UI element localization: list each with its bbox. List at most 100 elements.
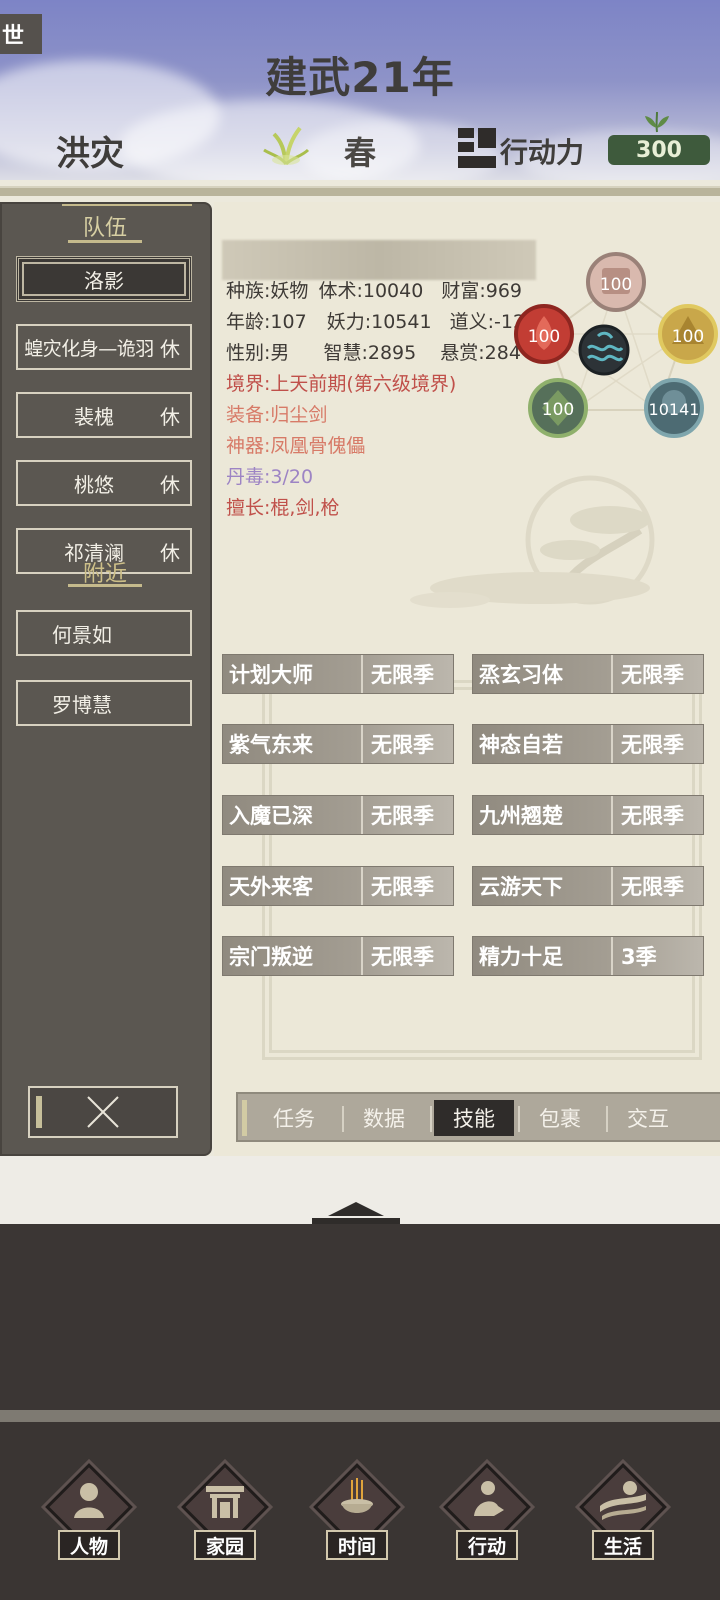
skill-item[interactable]: 九州翘楚 无限季 (472, 795, 704, 835)
tab-tasks[interactable]: 任务 (254, 1100, 334, 1136)
tab-interact[interactable]: 交互 (608, 1100, 688, 1136)
character-name-blurred (222, 240, 536, 280)
body-art-stat: 体术:10040 (318, 280, 424, 302)
artifact-stat[interactable]: 神器:凤凰骨傀儡 (226, 431, 365, 458)
bounty-stat: 悬赏:284 (440, 342, 521, 364)
skill-name: 九州翘楚 (473, 796, 613, 834)
skill-item[interactable]: 烝玄习体 无限季 (472, 654, 704, 694)
skill-name: 紫气东来 (223, 725, 363, 763)
season-label: 春 (344, 134, 377, 172)
skill-duration: 无限季 (371, 875, 434, 899)
info-tab-bar: 任务 数据 技能 包裹 交互 (236, 1092, 720, 1142)
top-header: 世 建武21年 洪灾 春 行动力 300 (0, 0, 720, 180)
skill-item[interactable]: 天外来客 无限季 (222, 866, 454, 906)
nav-label: 人物 (58, 1530, 120, 1560)
tab-inventory[interactable]: 包裹 (520, 1100, 600, 1136)
nav-label: 时间 (326, 1530, 388, 1560)
home-gate-icon (206, 1486, 244, 1518)
team-title-divider (62, 204, 192, 206)
skill-name: 入魔已深 (223, 796, 363, 834)
metal-value: 100 (600, 275, 632, 295)
wood-element-node[interactable]: 100 (528, 378, 588, 438)
stat-row-3: 性别:男 智慧:2895 悬赏:284 (226, 338, 521, 365)
water-element-node[interactable]: 10141 (644, 378, 704, 438)
element-pentagon: 100 100 100 100 10141 (514, 252, 718, 438)
skill-name: 烝玄习体 (473, 655, 613, 693)
member-name: 洛影 (84, 268, 124, 293)
skill-duration: 无限季 (371, 733, 434, 757)
team-member-peihuai[interactable]: 裴槐 休 (16, 392, 192, 438)
tab-skills[interactable]: 技能 (434, 1100, 514, 1136)
team-member-luoying[interactable]: 洛影 (16, 256, 192, 302)
bonsai-decoration (410, 475, 655, 608)
realm-stat: 境界:上天前期(第六级境界) (226, 373, 457, 395)
member-name: 桃悠 (74, 472, 114, 497)
skill-duration: 无限季 (371, 663, 434, 687)
nav-action-button[interactable]: 行动 (434, 1463, 538, 1568)
landscape-sun-icon (600, 1481, 646, 1520)
team-section-title: 队伍 (82, 216, 127, 241)
wealth-stat: 财富:969 (441, 280, 523, 302)
skill-name: 计划大师 (223, 655, 363, 693)
skill-item[interactable]: 宗门叛逆 无限季 (222, 936, 454, 976)
rest-status: 休 (160, 472, 180, 497)
tab-data[interactable]: 数据 (344, 1100, 424, 1136)
member-name: 何景如 (52, 622, 112, 647)
metal-element-node[interactable]: 100 (586, 252, 646, 312)
skill-name: 天外来客 (223, 867, 363, 905)
close-x-icon (87, 1096, 119, 1128)
action-points-value: 300 (608, 135, 710, 165)
panel-top-border (0, 186, 720, 196)
skill-duration: 无限季 (621, 875, 684, 899)
skill-duration: 3季 (621, 945, 657, 969)
gender-stat: 性别:男 (226, 342, 290, 364)
fire-value: 100 (528, 327, 560, 347)
nearby-member-luobohui[interactable]: 罗博慧 (16, 680, 192, 726)
age-stat: 年龄:107 (226, 311, 307, 333)
skill-item[interactable]: 神态自若 无限季 (472, 724, 704, 764)
action-points-label: 行动力 (500, 136, 585, 169)
skill-item[interactable]: 云游天下 无限季 (472, 866, 704, 906)
team-title-underline (68, 240, 142, 243)
nav-life-button[interactable]: 生活 (570, 1463, 674, 1568)
nav-label: 家园 (194, 1530, 256, 1560)
skill-name: 精力十足 (473, 937, 613, 975)
nav-home-button[interactable]: 家园 (172, 1463, 276, 1568)
skill-item[interactable]: 精力十足 3季 (472, 936, 704, 976)
skill-duration: 无限季 (621, 733, 684, 757)
stat-row-1: 种族:妖物 体术:10040 财富:969 (226, 276, 522, 303)
earth-value: 100 (672, 327, 704, 347)
team-member-taoyou[interactable]: 桃悠 休 (16, 460, 192, 506)
member-name: 罗博慧 (52, 692, 112, 717)
action-points-icon (458, 128, 496, 168)
fire-element-node[interactable]: 100 (514, 304, 574, 364)
skill-name: 宗门叛逆 (223, 937, 363, 975)
nearby-member-hejingru[interactable]: 何景如 (16, 610, 192, 656)
poison-stat: 丹毒:3/20 (226, 466, 314, 488)
disaster-label: 洪灾 (56, 134, 124, 174)
team-member-guiyu[interactable]: 蝗灾化身—诡羽 休 (16, 324, 192, 370)
nav-character-button[interactable]: 人物 (36, 1463, 140, 1568)
action-figure-icon (474, 1481, 504, 1516)
skill-item[interactable]: 入魔已深 无限季 (222, 795, 454, 835)
expand-up-icon[interactable] (308, 1198, 404, 1224)
tab-divider (430, 1106, 432, 1132)
nav-label: 生活 (592, 1530, 654, 1560)
skill-duration: 无限季 (621, 804, 684, 828)
nav-time-button[interactable]: 时间 (304, 1463, 408, 1568)
equipment-stat[interactable]: 装备:归尘剑 (226, 400, 327, 427)
skill-item[interactable]: 计划大师 无限季 (222, 654, 454, 694)
demon-power-stat: 妖力:10541 (326, 311, 432, 333)
member-name: 裴槐 (74, 404, 114, 429)
skill-item[interactable]: 紫气东来 无限季 (222, 724, 454, 764)
water-value: 10141 (649, 400, 700, 419)
earth-element-node[interactable]: 100 (658, 304, 718, 364)
skill-name: 云游天下 (473, 867, 613, 905)
bottom-divider (0, 1410, 720, 1422)
close-button[interactable] (28, 1086, 178, 1138)
wisdom-stat: 智慧:2895 (323, 342, 417, 364)
wood-value: 100 (542, 400, 574, 420)
member-name: 蝗灾化身—诡羽 (24, 337, 154, 360)
nav-label: 行动 (456, 1530, 518, 1560)
water-icon (578, 324, 630, 376)
